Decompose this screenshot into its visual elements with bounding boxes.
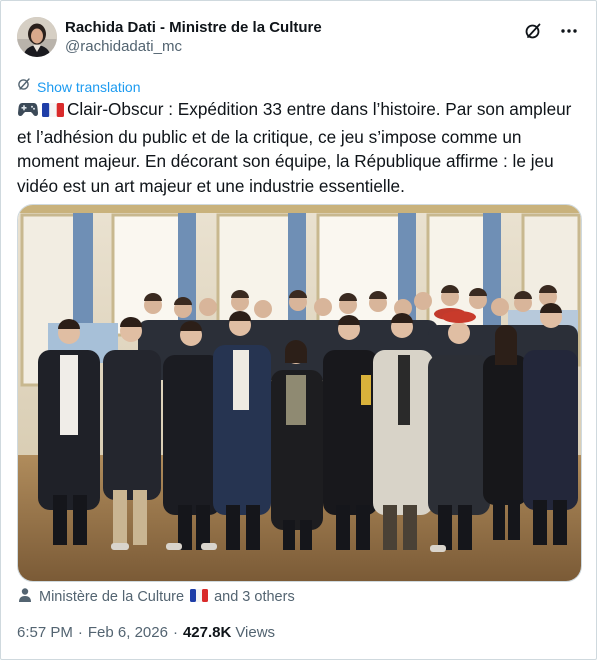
views-count[interactable]: 427.8K bbox=[183, 624, 231, 641]
flag-france-icon bbox=[42, 100, 64, 125]
separator-dot: · bbox=[172, 624, 178, 641]
avatar[interactable] bbox=[17, 17, 57, 57]
tweet-text: Clair-Obscur : Expédition 33 entre dans … bbox=[17, 97, 582, 198]
separator-dot: · bbox=[77, 624, 83, 641]
tweet-date[interactable]: Feb 6, 2026 bbox=[88, 624, 168, 641]
views-label: Views bbox=[235, 624, 276, 641]
flag-france-icon bbox=[190, 588, 209, 606]
author-display-name[interactable]: Rachida Dati - Ministre de la Culture bbox=[65, 18, 322, 37]
more-options-icon[interactable] bbox=[558, 20, 580, 42]
tweet-line-4: vidéo est un art majeur et une industrie… bbox=[17, 175, 405, 196]
header-actions bbox=[522, 20, 580, 42]
translate-icon bbox=[17, 77, 31, 96]
tweet-header: Rachida Dati - Ministre de la Culture @r… bbox=[17, 15, 580, 59]
grok-icon[interactable] bbox=[522, 20, 544, 42]
tweet-time[interactable]: 6:57 PM bbox=[17, 624, 73, 641]
author-handle[interactable]: @rachidadati_mc bbox=[65, 37, 322, 56]
show-translation-label: Show translation bbox=[37, 78, 141, 95]
tweet-card: Rachida Dati - Ministre de la Culture @r… bbox=[0, 0, 597, 660]
author-names: Rachida Dati - Ministre de la Culture @r… bbox=[65, 18, 322, 56]
tweet-line-2: et l’adhésion du public et de la critiqu… bbox=[17, 126, 522, 147]
tweet-line-1: Clair-Obscur : Expédition 33 entre dans … bbox=[67, 99, 572, 119]
tweet-line: Clair-Obscur : Expédition 33 entre dans … bbox=[17, 97, 582, 125]
tagged-users: Ministère de la Culture and 3 others bbox=[17, 587, 295, 607]
tweet-line-3: moment majeur. En décorant son équipe, l… bbox=[17, 151, 554, 171]
person-icon bbox=[17, 587, 33, 607]
game-controller-icon bbox=[17, 100, 39, 125]
tweet-photo[interactable] bbox=[17, 204, 582, 582]
tagged-primary-link[interactable]: Ministère de la Culture bbox=[39, 589, 184, 605]
tagged-others-link[interactable]: and 3 others bbox=[214, 589, 295, 605]
show-translation-link[interactable]: Show translation bbox=[17, 77, 141, 96]
tweet-meta: 6:57 PM · Feb 6, 2026 · 427.8K Views bbox=[17, 624, 275, 641]
